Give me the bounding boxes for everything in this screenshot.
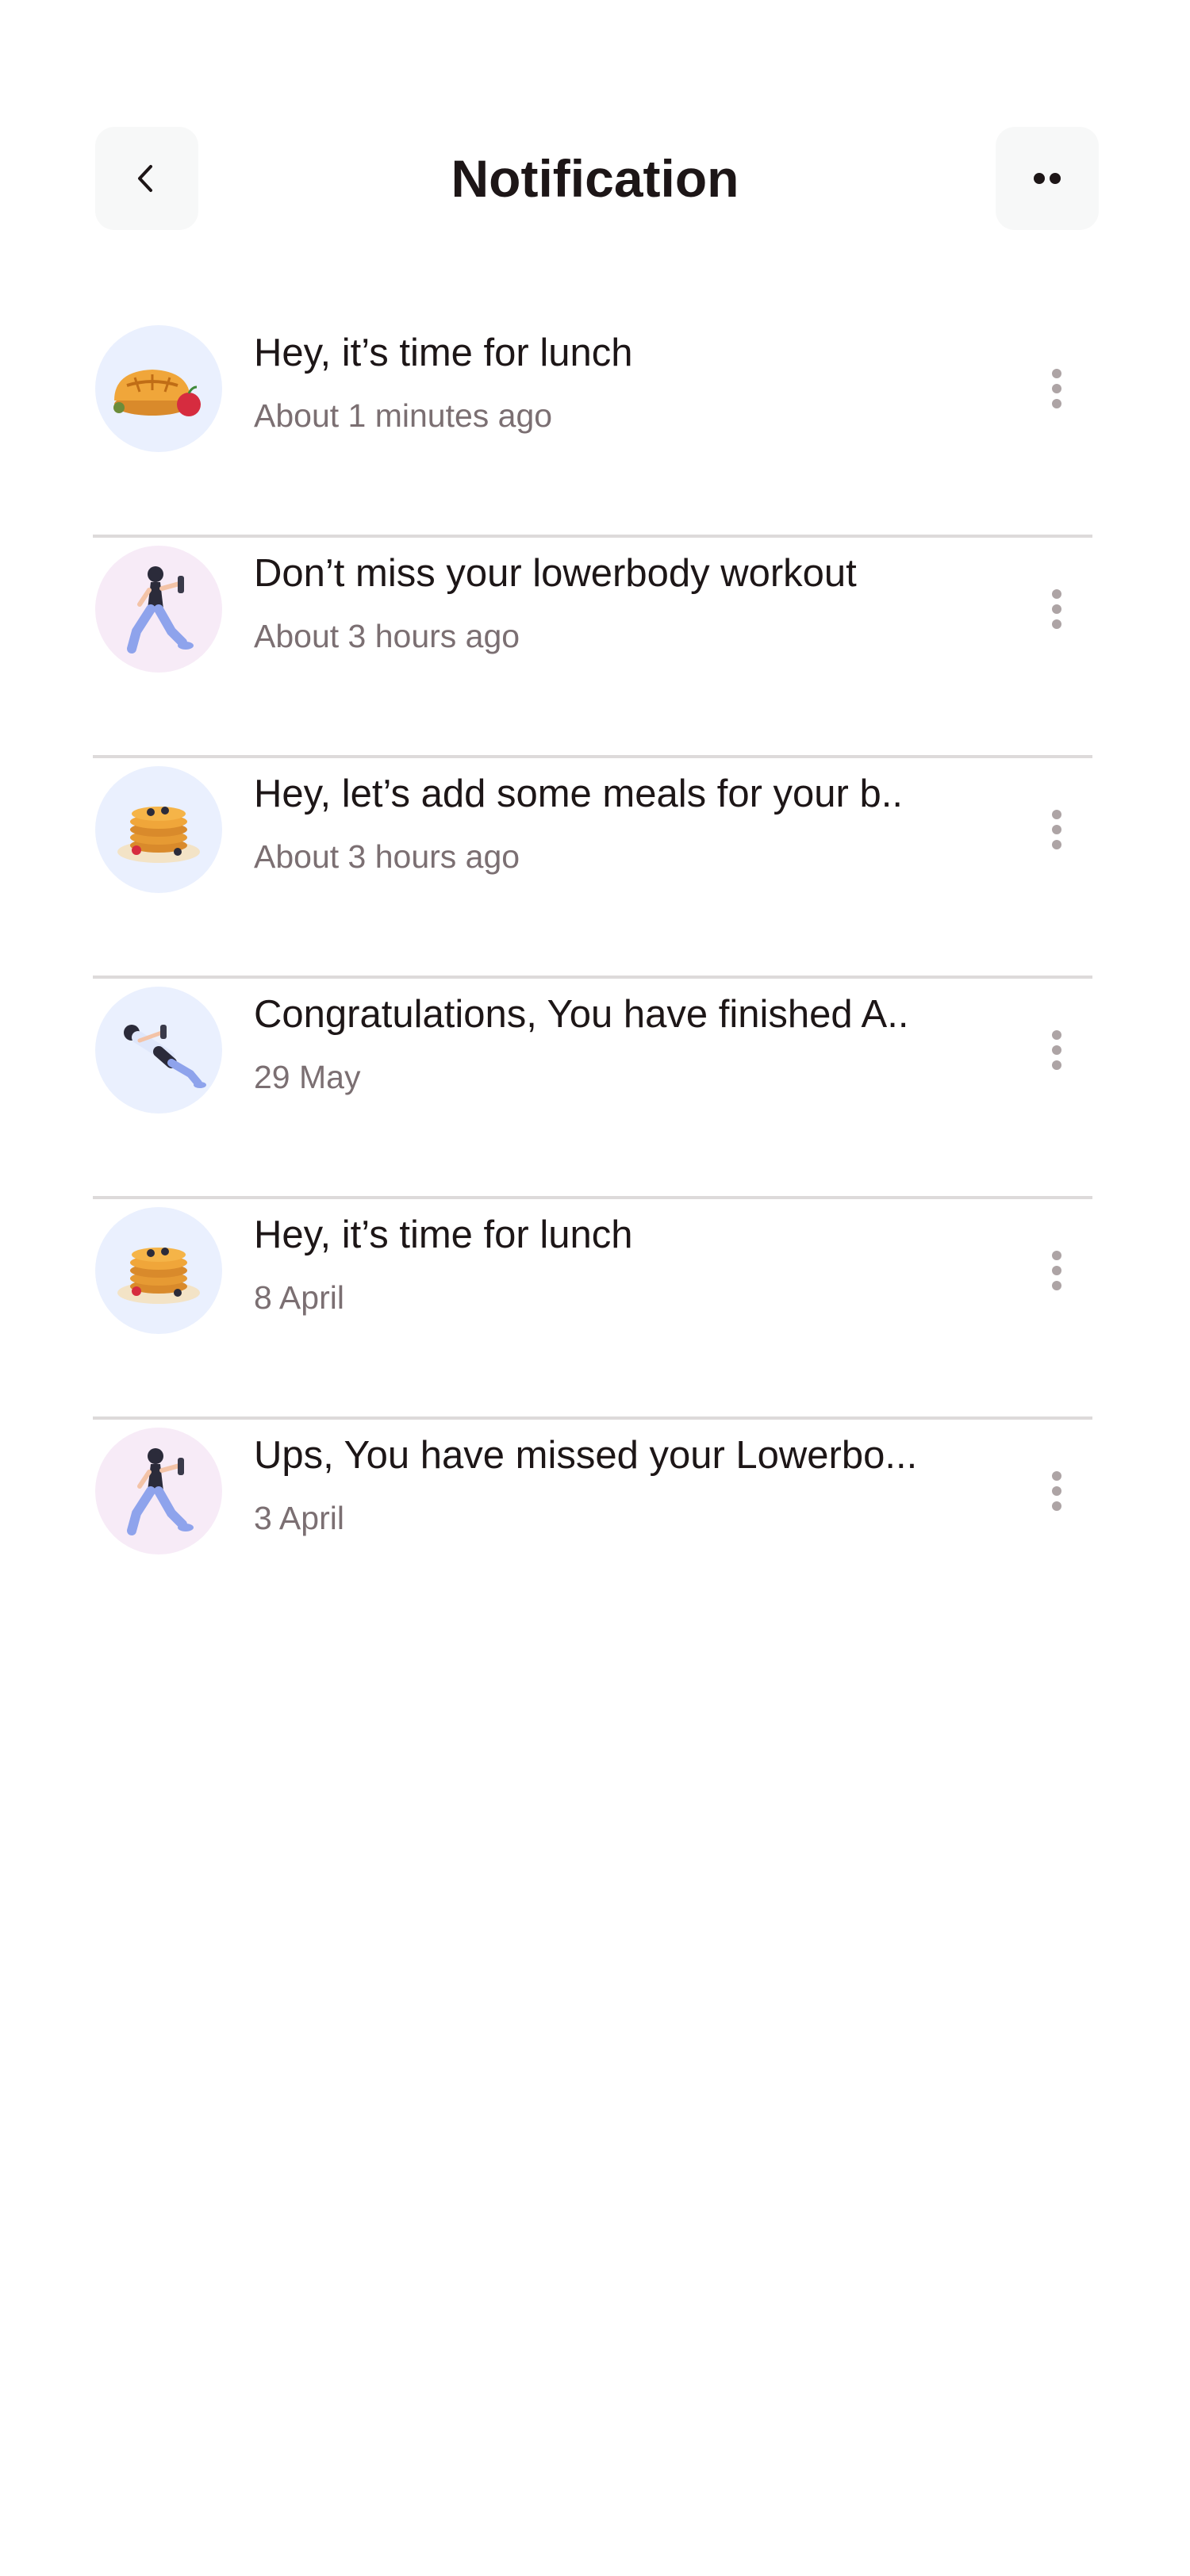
notification-item[interactable]: Hey, it’s time for lunch About 1 minutes…: [93, 317, 1092, 538]
notification-time: About 1 minutes ago: [254, 397, 553, 434]
notification-text: Hey, it’s time for lunch About 1 minutes…: [254, 325, 1047, 438]
more-vertical-icon[interactable]: [1029, 790, 1084, 869]
lunge-workout-icon: [95, 1428, 222, 1554]
notification-time: About 3 hours ago: [254, 618, 520, 654]
pancake-meal-icon: [95, 1207, 222, 1334]
notification-item[interactable]: Hey, it’s time for lunch 8 April: [93, 1199, 1092, 1420]
more-vertical-icon[interactable]: [1029, 349, 1084, 428]
more-vertical-icon[interactable]: [1029, 1451, 1084, 1531]
notification-item[interactable]: Hey, let’s add some meals for your b.. A…: [93, 758, 1092, 979]
notification-title: Ups, You have missed your Lowerbo...: [254, 1434, 918, 1477]
more-vertical-icon[interactable]: [1029, 1010, 1084, 1090]
notification-text: Hey, let’s add some meals for your b.. A…: [254, 766, 1047, 879]
notification-title: Hey, it’s time for lunch: [254, 332, 633, 374]
notification-title: Hey, it’s time for lunch: [254, 1213, 633, 1256]
notification-text: Hey, it’s time for lunch 8 April: [254, 1207, 1047, 1320]
notification-title: Don’t miss your lowerbody workout: [254, 552, 857, 595]
notification-text: Don’t miss your lowerbody workout About …: [254, 546, 1047, 658]
more-horizontal-icon: [1034, 173, 1061, 184]
app-header: Notification: [0, 0, 1190, 238]
notification-time: 3 April: [254, 1500, 344, 1536]
notification-item[interactable]: Congratulations, You have finished A.. 2…: [93, 979, 1092, 1199]
notification-time: 8 April: [254, 1279, 344, 1316]
notification-list: Hey, it’s time for lunch About 1 minutes…: [93, 317, 1092, 1640]
more-button[interactable]: [996, 127, 1099, 230]
notification-text: Congratulations, You have finished A.. 2…: [254, 987, 1047, 1099]
lunge-workout-icon: [95, 546, 222, 673]
notification-title: Congratulations, You have finished A..: [254, 993, 909, 1036]
abs-workout-icon: [95, 987, 222, 1114]
notification-item[interactable]: Don’t miss your lowerbody workout About …: [93, 538, 1092, 758]
more-vertical-icon[interactable]: [1029, 1231, 1084, 1310]
notification-text: Ups, You have missed your Lowerbo... 3 A…: [254, 1428, 1047, 1540]
notification-time: About 3 hours ago: [254, 838, 520, 875]
notification-time: 29 May: [254, 1059, 361, 1095]
pie-meal-icon: [95, 325, 222, 452]
notification-item[interactable]: Ups, You have missed your Lowerbo... 3 A…: [93, 1420, 1092, 1640]
more-vertical-icon[interactable]: [1029, 569, 1084, 649]
pancake-meal-icon: [95, 766, 222, 893]
notification-title: Hey, let’s add some meals for your b..: [254, 772, 903, 815]
